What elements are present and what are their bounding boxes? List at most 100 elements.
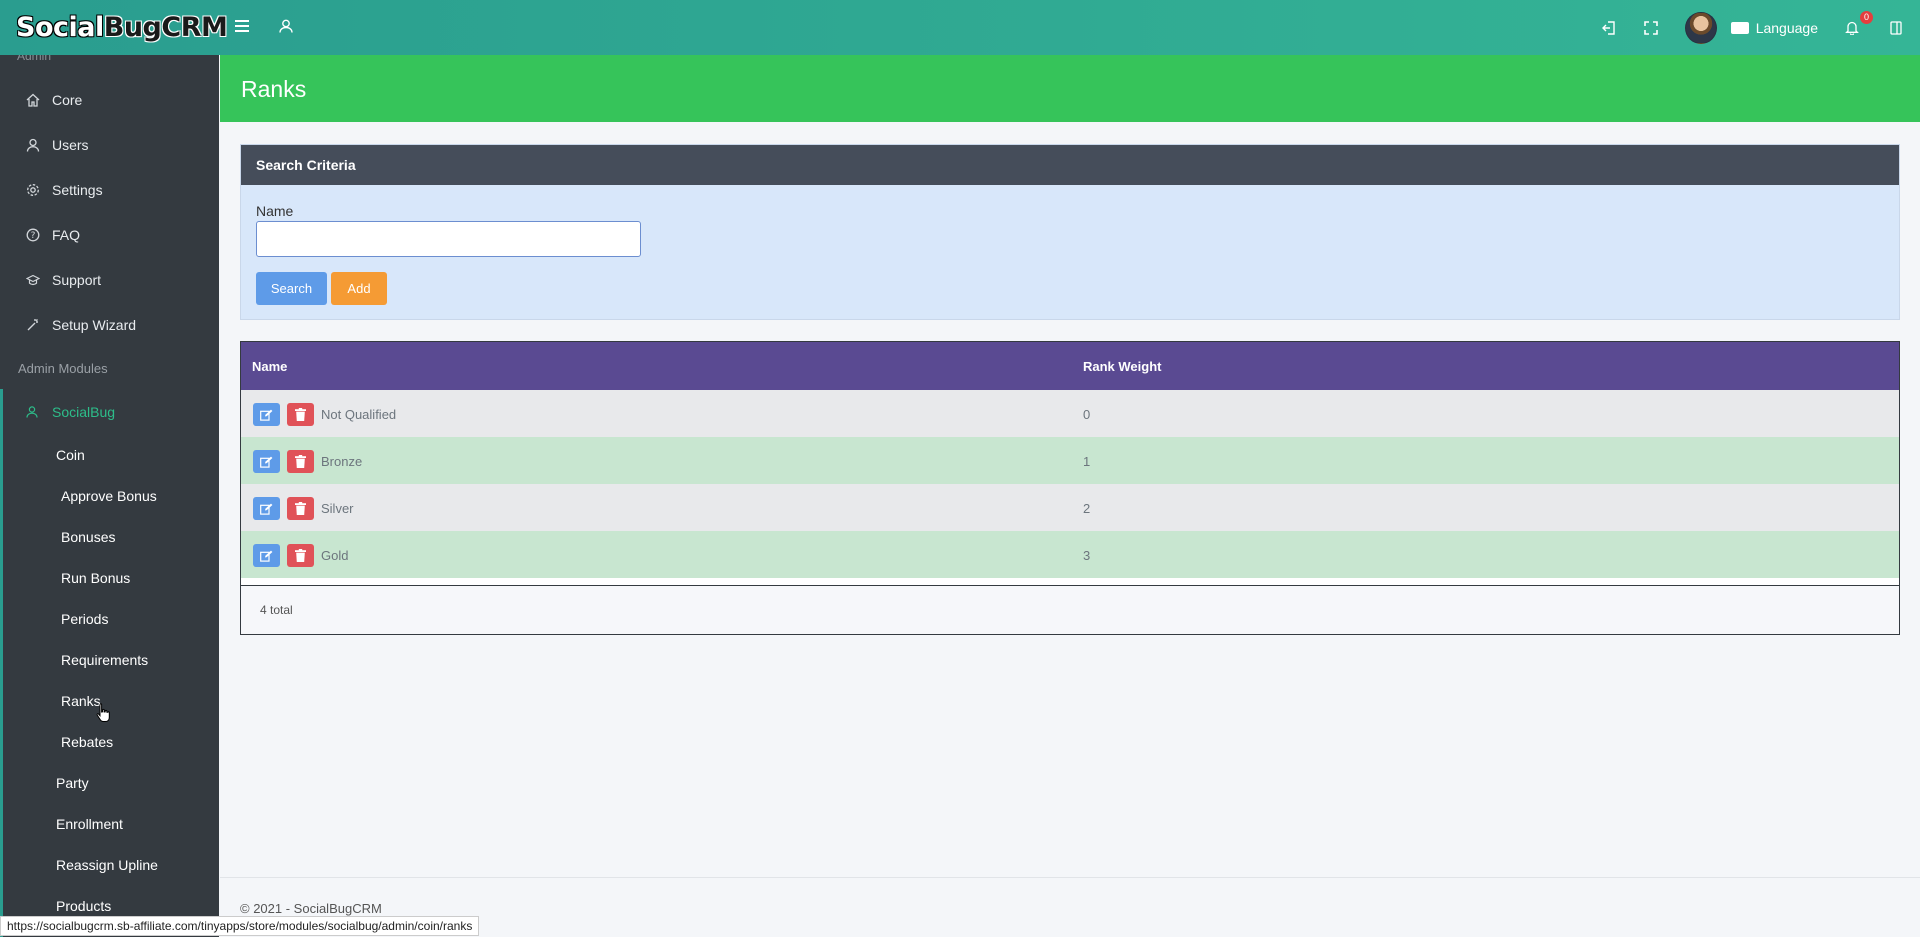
brand-logo-bug: Bug — [103, 12, 162, 43]
sidebar-item-bonuses[interactable]: Bonuses — [61, 529, 115, 545]
sidebar-item-core[interactable]: Core — [0, 80, 219, 120]
sidebar-item-settings[interactable]: Settings — [0, 170, 219, 210]
table-row: Bronze 1 — [241, 437, 1899, 484]
brand-logo-social: Social — [16, 12, 104, 43]
page-title: Ranks — [241, 76, 307, 102]
svg-text:?: ? — [31, 231, 36, 241]
rank-weight: 3 — [1083, 548, 1091, 563]
top-navbar: Social Bug CRM Language 0 — [0, 0, 1920, 55]
sidebar-item-party[interactable]: Party — [56, 775, 89, 791]
trash-icon — [295, 408, 306, 421]
language-label: Language — [1755, 19, 1818, 36]
rank-name: Not Qualified — [321, 407, 397, 422]
users-icon — [26, 405, 40, 419]
rank-name: Silver — [321, 501, 354, 516]
sidebar-item-label: Support — [52, 272, 102, 288]
name-label: Name — [256, 203, 294, 219]
edit-icon — [260, 409, 273, 421]
sidebar-item-support[interactable]: Support — [0, 260, 219, 300]
language-icon — [1730, 21, 1749, 34]
sidebar-item-socialbug[interactable]: SocialBug — [0, 392, 219, 432]
column-header-name[interactable]: Name — [252, 359, 287, 374]
sidebar-section-admin: Admin — [17, 55, 52, 63]
search-criteria-card: Search Criteria Name Search Add — [240, 144, 1900, 320]
sidebar-item-label: Users — [52, 137, 89, 153]
support-icon — [26, 273, 40, 287]
logout-icon[interactable] — [1599, 18, 1619, 38]
search-button[interactable]: Search — [256, 272, 327, 305]
rank-name: Bronze — [321, 454, 363, 469]
name-search-input[interactable] — [256, 221, 641, 257]
user-profile-icon[interactable] — [276, 16, 296, 36]
sidebar-item-label: Core — [52, 92, 83, 108]
home-icon — [26, 93, 40, 107]
sidebar-item-label: Setup Wizard — [52, 317, 137, 333]
edit-icon — [260, 456, 273, 468]
table-row: Not Qualified 0 — [241, 390, 1899, 437]
sidebar-item-products[interactable]: Products — [56, 898, 111, 914]
sidebar-item-faq[interactable]: ? FAQ — [0, 215, 219, 255]
active-section-bar — [0, 389, 3, 937]
table-row: Gold 3 — [241, 531, 1899, 578]
sidebar-item-requirements[interactable]: Requirements — [61, 652, 148, 668]
sidebar-item-rebates[interactable]: Rebates — [61, 734, 113, 750]
edit-icon — [260, 503, 273, 515]
trash-icon — [295, 455, 306, 468]
help-circle-icon: ? — [26, 228, 40, 242]
table-row: Silver 2 — [241, 484, 1899, 531]
table-header: Name Rank Weight — [241, 342, 1899, 390]
rank-weight: 1 — [1083, 454, 1091, 469]
table-footer: 4 total — [241, 585, 1899, 634]
add-button[interactable]: Add — [331, 272, 387, 305]
delete-button[interactable] — [287, 497, 314, 520]
brand-logo[interactable]: Social Bug CRM — [0, 0, 228, 55]
sidebar-item-reassign-upline[interactable]: Reassign Upline — [56, 857, 158, 873]
avatar[interactable] — [1684, 11, 1717, 44]
hand-cursor-icon — [96, 703, 110, 722]
link-status-bar: https://socialbugcrm.sb-affiliate.com/ti… — [0, 916, 480, 936]
language-selector[interactable]: Language — [1730, 19, 1818, 36]
user-icon — [26, 138, 40, 152]
sidebar-item-coin[interactable]: Coin — [56, 447, 85, 463]
column-header-rank-weight[interactable]: Rank Weight — [1083, 359, 1162, 374]
delete-button[interactable] — [287, 450, 314, 473]
edit-button[interactable] — [253, 450, 280, 473]
sidebar: Admin Core Users Settings ? FAQ Support … — [0, 55, 219, 937]
brand-logo-crm: CRM — [161, 12, 228, 43]
notifications-button[interactable]: 0 — [1842, 10, 1873, 38]
rank-weight: 2 — [1083, 501, 1091, 516]
sidebar-item-users[interactable]: Users — [0, 125, 219, 165]
sidebar-section-admin-modules: Admin Modules — [18, 361, 108, 376]
menu-toggle-icon[interactable] — [232, 16, 252, 36]
sidebar-item-label: SocialBug — [52, 404, 116, 420]
sidebar-item-approve-bonus[interactable]: Approve Bonus — [61, 488, 157, 504]
search-criteria-heading: Search Criteria — [241, 145, 1899, 185]
delete-button[interactable] — [287, 544, 314, 567]
bell-icon — [1845, 21, 1859, 35]
ranks-table: Name Rank Weight Not Qualified 0 Bronze … — [240, 341, 1900, 635]
notification-badge: 0 — [1860, 10, 1873, 24]
trash-icon — [295, 502, 306, 515]
trash-icon — [295, 549, 306, 562]
rank-name: Gold — [321, 548, 349, 563]
content-header: Ranks — [220, 55, 1920, 122]
edit-button[interactable] — [253, 544, 280, 567]
sidebar-item-ranks[interactable]: Ranks — [61, 693, 101, 709]
edit-button[interactable] — [253, 403, 280, 426]
edit-icon — [260, 550, 273, 562]
sidebar-item-run-bonus[interactable]: Run Bonus — [61, 570, 130, 586]
rank-weight: 0 — [1083, 407, 1091, 422]
total-count: 4 total — [260, 603, 293, 617]
sidebar-item-label: Settings — [52, 182, 103, 198]
edit-button[interactable] — [253, 497, 280, 520]
sidebar-item-enrollment[interactable]: Enrollment — [56, 816, 123, 832]
sidebar-panel-icon[interactable] — [1886, 18, 1906, 38]
copyright-text: © 2021 - SocialBugCRM — [240, 901, 382, 916]
gear-icon — [26, 183, 40, 197]
delete-button[interactable] — [287, 403, 314, 426]
sidebar-item-label: FAQ — [52, 227, 81, 243]
sidebar-item-setup-wizard[interactable]: Setup Wizard — [0, 305, 219, 345]
sidebar-item-periods[interactable]: Periods — [61, 611, 108, 627]
wand-icon — [26, 318, 40, 332]
fullscreen-icon[interactable] — [1641, 18, 1661, 38]
